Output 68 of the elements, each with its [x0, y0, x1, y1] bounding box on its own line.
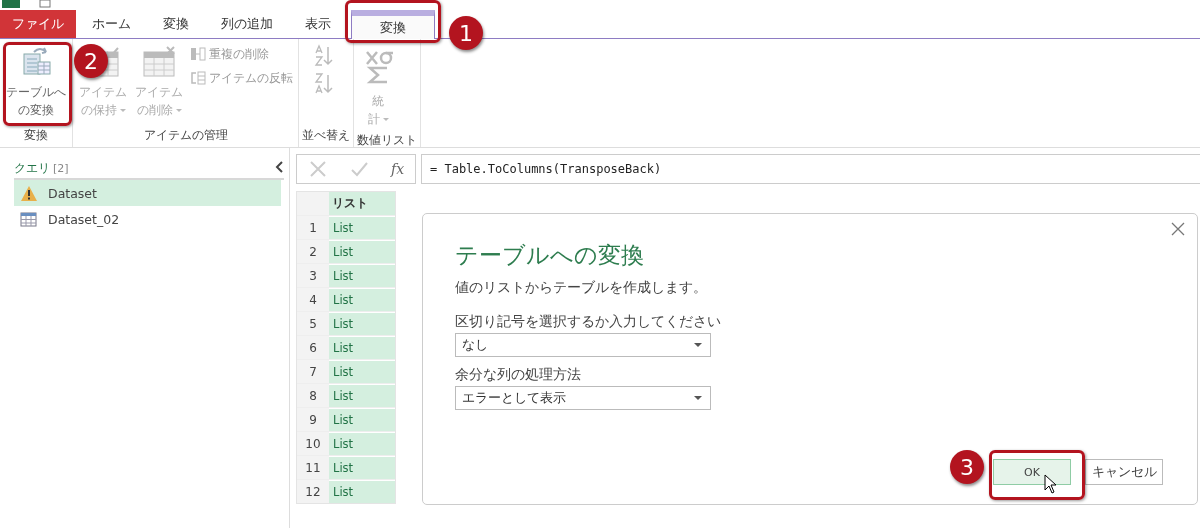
- dialog-button[interactable]: OK: [993, 459, 1071, 485]
- group-label: アイテムの管理: [142, 127, 229, 144]
- table-cell[interactable]: List: [329, 288, 395, 311]
- group-label: 数値リスト: [357, 132, 417, 149]
- ribbon-tab[interactable]: 変換: [351, 10, 435, 39]
- dropdown-field[interactable]: エラーとして表示: [455, 386, 711, 410]
- ribbon-tab[interactable]: 表示: [289, 10, 347, 38]
- row-number: 10: [297, 432, 329, 455]
- dialog-button[interactable]: キャンセル: [1085, 459, 1163, 485]
- table-remove-icon: [143, 46, 175, 77]
- query-item[interactable]: Dataset: [14, 180, 281, 206]
- group-label: 変換: [23, 127, 49, 144]
- ribbon-tab[interactable]: ホーム: [76, 10, 147, 38]
- formula-field[interactable]: = Table.ToColumns(TransposeBack): [421, 154, 1200, 184]
- row-number: 8: [297, 384, 329, 407]
- row-number: 4: [297, 288, 329, 311]
- step-badge: 1: [449, 16, 483, 50]
- dropdown-field[interactable]: なし: [455, 333, 711, 357]
- row-number: 7: [297, 360, 329, 383]
- step-badge: 3: [950, 450, 984, 484]
- table-cell[interactable]: List: [329, 264, 395, 287]
- row-number: 3: [297, 264, 329, 287]
- table-cell[interactable]: List: [329, 408, 395, 431]
- row-number: 2: [297, 240, 329, 263]
- warning-icon: [20, 184, 38, 202]
- table-cell[interactable]: List: [329, 312, 395, 335]
- query-item[interactable]: Dataset_02: [14, 206, 281, 232]
- field-label: 区切り記号を選択するか入力してください: [455, 313, 722, 331]
- group-label: 並べ替え: [302, 127, 350, 144]
- table-cell[interactable]: List: [329, 336, 395, 359]
- columns-swap-icon: [190, 70, 206, 86]
- ribbon-tab[interactable]: ファイル: [0, 10, 76, 38]
- row-number: 5: [297, 312, 329, 335]
- excel-icon: [2, 0, 22, 8]
- table-convert-icon: [20, 46, 52, 77]
- ribbon-button[interactable]: テーブルへ の変換: [3, 42, 69, 125]
- table-cell[interactable]: List: [329, 384, 395, 407]
- table-cell[interactable]: List: [329, 240, 395, 263]
- row-number: 1: [297, 216, 329, 239]
- queries-title: クエリ: [14, 161, 50, 175]
- row-number: 9: [297, 408, 329, 431]
- ribbon-tab[interactable]: 列の追加: [205, 10, 289, 38]
- table-cell[interactable]: List: [329, 480, 395, 503]
- dialog-description: 値のリストからテーブルを作成します。: [455, 279, 708, 297]
- collapse-icon: [274, 160, 284, 174]
- row-number: 12: [297, 480, 329, 503]
- table-cell[interactable]: List: [329, 360, 395, 383]
- field-label: 余分な列の処理方法: [455, 366, 582, 384]
- row-number: 6: [297, 336, 329, 359]
- mouse-pointer-icon: [1044, 474, 1058, 494]
- row-number: 11: [297, 456, 329, 479]
- dropdown-arrow-icon: [694, 342, 702, 348]
- sort-ascending-icon: [314, 44, 334, 68]
- ribbon-tab[interactable]: 変換: [147, 10, 205, 38]
- close-icon: [1171, 222, 1185, 236]
- column-header[interactable]: リスト: [329, 192, 395, 215]
- table-cell[interactable]: List: [329, 456, 395, 479]
- clipboard-icon: [38, 0, 54, 8]
- table-cell[interactable]: List: [329, 432, 395, 455]
- query-count: [2]: [53, 162, 69, 175]
- dialog-title: テーブルへの変換: [455, 241, 645, 270]
- dropdown-arrow-icon: [694, 395, 702, 401]
- fx-button[interactable]: fx: [391, 161, 405, 177]
- table-cell[interactable]: List: [329, 216, 395, 239]
- sort-descending-icon: [314, 72, 334, 96]
- cancel-icon: [307, 159, 328, 179]
- columns-merge-icon: [190, 46, 206, 62]
- table-icon: [20, 210, 38, 228]
